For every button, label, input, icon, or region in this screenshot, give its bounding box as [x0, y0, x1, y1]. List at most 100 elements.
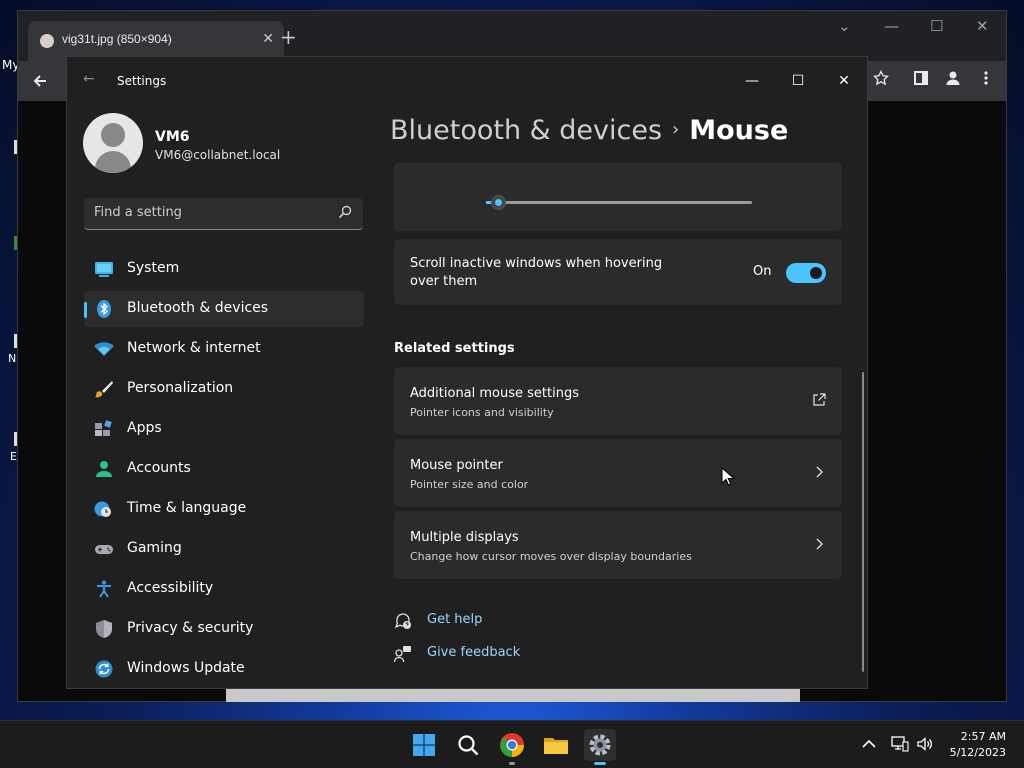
multiple-displays-link[interactable]: Multiple displays Change how cursor move… — [394, 511, 842, 579]
sidebar-item-apps[interactable]: Apps — [84, 411, 364, 447]
scroll-lines-slider[interactable] — [486, 201, 752, 204]
content-scrollbar[interactable] — [862, 372, 864, 672]
shield-icon — [96, 620, 112, 638]
sidebar-item-bluetooth-devices[interactable]: Bluetooth & devices — [84, 291, 364, 327]
chevron-right-icon — [816, 538, 823, 550]
sidebar-item-label: Accounts — [127, 460, 191, 476]
breadcrumb-separator: › — [672, 119, 680, 140]
taskbar-settings-button[interactable] — [584, 729, 616, 765]
get-help-label: Get help — [427, 612, 483, 627]
kebab-menu-icon[interactable] — [978, 70, 994, 86]
feedback-icon — [394, 646, 411, 663]
sidebar-item-label: Apps — [127, 420, 162, 436]
sidebar-nav: System Bluetooth & devices Network & int… — [84, 251, 364, 688]
sidebar-item-label: Privacy & security — [127, 620, 254, 636]
chevron-up-icon[interactable] — [860, 735, 878, 753]
give-feedback-label: Give feedback — [427, 645, 521, 660]
search-input[interactable] — [94, 205, 324, 220]
browser-close-button[interactable]: ✕ — [976, 17, 989, 35]
browser-maximize-button[interactable]: ☐ — [930, 17, 943, 35]
sidebar-item-gaming[interactable]: Gaming — [84, 531, 364, 567]
volume-icon[interactable] — [916, 735, 934, 753]
update-icon — [95, 660, 113, 678]
mouse-cursor-icon — [721, 467, 735, 486]
sidebar-item-personalization[interactable]: Personalization — [84, 371, 364, 407]
mouse-pointer-link[interactable]: Mouse pointer Pointer size and color — [394, 439, 842, 507]
side-panel-icon[interactable] — [913, 70, 929, 86]
tab-close-icon[interactable]: ✕ — [262, 31, 274, 47]
link-card-title: Multiple displays — [410, 530, 519, 545]
clock-globe-icon — [94, 501, 111, 517]
sidebar-item-windows-update[interactable]: Windows Update — [84, 651, 364, 687]
system-icon — [95, 262, 113, 277]
close-button[interactable]: ✕ — [821, 65, 867, 97]
taskbar-search-button[interactable] — [452, 729, 484, 761]
apps-icon — [95, 420, 112, 436]
link-card-title: Mouse pointer — [410, 458, 503, 473]
scroll-inactive-windows-card: Scroll inactive windows when hovering ov… — [394, 239, 842, 305]
link-card-title: Additional mouse settings — [410, 386, 579, 401]
clock-time[interactable]: 2:57 AM — [952, 730, 1006, 743]
link-card-subtitle: Pointer icons and visibility — [410, 406, 554, 419]
search-icon[interactable] — [337, 204, 353, 220]
browser-tab[interactable]: vig31t.jpg (850×904) ✕ — [28, 21, 284, 61]
page-title: Mouse — [689, 115, 789, 146]
user-email: VM6@collabnet.local — [155, 148, 281, 162]
sidebar-item-label: Bluetooth & devices — [127, 300, 269, 316]
folder-icon — [544, 738, 568, 754]
sidebar-item-label: Windows Update — [127, 660, 245, 676]
running-indicator — [509, 762, 515, 765]
back-arrow-icon[interactable] — [32, 73, 48, 89]
sidebar-item-accounts[interactable]: Accounts — [84, 451, 364, 487]
maximize-button[interactable]: ☐ — [775, 65, 821, 97]
accounts-icon — [96, 461, 112, 477]
sidebar-item-label: Personalization — [127, 380, 234, 396]
search-box[interactable] — [84, 198, 363, 230]
settings-window: ← Settings — ☐ ✕ VM6 VM6@collabnet.local… — [66, 56, 868, 689]
avatar-head — [101, 123, 125, 147]
browser-tab-title: vig31t.jpg (850×904) — [62, 32, 172, 46]
sidebar-item-network-internet[interactable]: Network & internet — [84, 331, 364, 367]
scroll-inactive-label: Scroll inactive windows when hovering ov… — [410, 256, 663, 289]
sidebar-item-system[interactable]: System — [84, 251, 364, 287]
browser-horizontal-scrollbar[interactable] — [226, 689, 800, 702]
gamepad-icon — [95, 545, 113, 554]
sidebar-item-accessibility[interactable]: Accessibility — [84, 571, 364, 607]
taskbar: 2:57 AM 5/12/2023 — [0, 720, 1024, 768]
tab-search-icon[interactable]: ⌄ — [838, 17, 851, 35]
sidebar-item-label: System — [127, 260, 180, 276]
sidebar-item-time-language[interactable]: Time & language — [84, 491, 364, 527]
additional-mouse-settings-link[interactable]: Additional mouse settings Pointer icons … — [394, 367, 842, 435]
sidebar-item-label: Accessibility — [127, 580, 214, 596]
sidebar-item-label: Time & language — [127, 500, 247, 516]
clock-date[interactable]: 5/12/2023 — [946, 746, 1006, 759]
active-indicator — [594, 762, 606, 765]
scroll-inactive-toggle[interactable] — [786, 263, 826, 283]
avatar[interactable] — [83, 113, 143, 173]
link-card-subtitle: Pointer size and color — [410, 478, 529, 491]
browser-minimize-button[interactable]: — — [884, 17, 899, 35]
toggle-state-label: On — [753, 264, 772, 279]
sidebar-item-privacy-security[interactable]: Privacy & security — [84, 611, 364, 647]
new-tab-button[interactable]: + — [280, 25, 297, 49]
user-name: VM6 — [155, 129, 190, 145]
image-favicon-icon — [40, 34, 54, 48]
avatar-body — [95, 151, 131, 173]
bookmark-star-icon[interactable] — [873, 70, 889, 86]
network-icon[interactable] — [891, 735, 909, 753]
minimize-button[interactable]: — — [729, 65, 775, 97]
accessibility-icon — [97, 580, 111, 598]
taskbar-chrome-button[interactable] — [496, 729, 528, 765]
slider-card — [394, 163, 842, 231]
window-title: Settings — [117, 74, 167, 88]
breadcrumb: Bluetooth & devices › Mouse — [390, 115, 788, 146]
breadcrumb-parent[interactable]: Bluetooth & devices — [390, 115, 662, 146]
back-icon[interactable]: ← — [83, 71, 95, 87]
start-button[interactable] — [408, 729, 440, 761]
wifi-icon — [94, 342, 114, 356]
help-chat-icon — [394, 613, 411, 629]
slider-thumb[interactable] — [491, 195, 507, 210]
sidebar-item-label: Network & internet — [127, 340, 261, 356]
profile-icon[interactable] — [945, 70, 961, 86]
taskbar-file-explorer-button[interactable] — [540, 729, 572, 761]
